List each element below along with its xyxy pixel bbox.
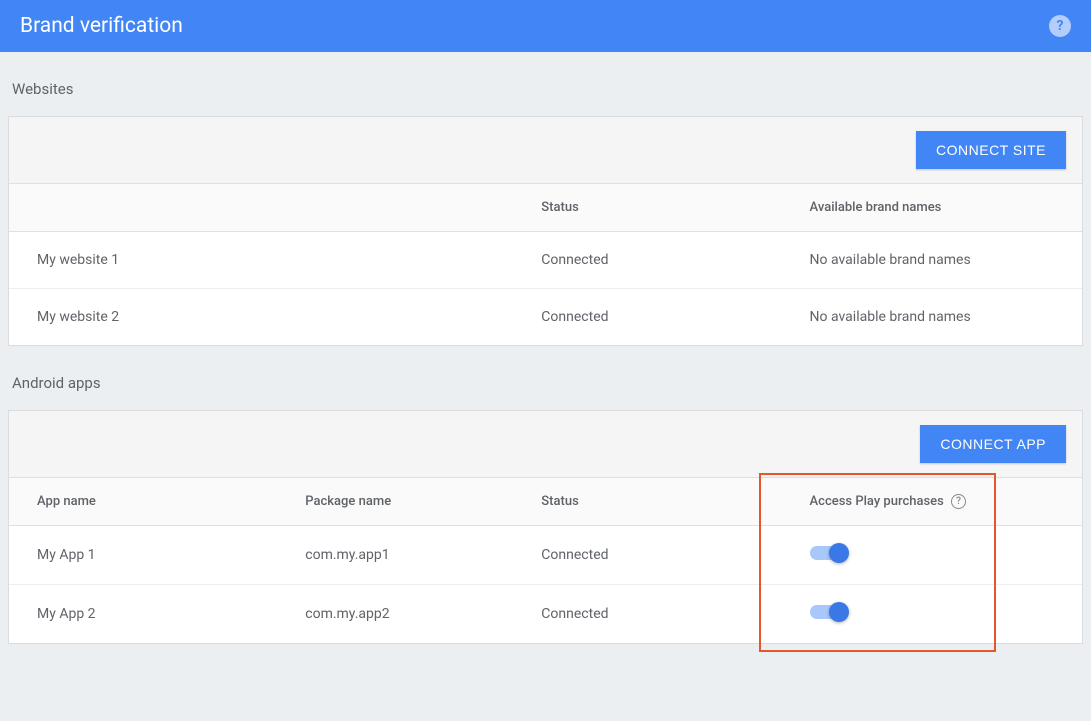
help-icon[interactable]: ? bbox=[951, 494, 966, 509]
apps-section-label: Android apps bbox=[8, 346, 1083, 410]
table-row: My website 2 Connected No available bran… bbox=[9, 289, 1082, 346]
app-name: My App 1 bbox=[9, 526, 277, 585]
help-icon[interactable]: ? bbox=[1049, 15, 1071, 37]
apps-toolbar: CONNECT APP bbox=[9, 411, 1082, 478]
connect-app-button[interactable]: CONNECT APP bbox=[920, 425, 1066, 463]
page-header: Brand verification ? bbox=[0, 0, 1091, 52]
page-title: Brand verification bbox=[20, 14, 183, 38]
website-brands: No available brand names bbox=[782, 289, 1082, 346]
websites-toolbar: CONNECT SITE bbox=[9, 117, 1082, 184]
apps-col-status: Status bbox=[513, 478, 781, 526]
websites-col-status: Status bbox=[513, 184, 781, 232]
app-package: com.my.app2 bbox=[277, 585, 513, 644]
apps-col-appname: App name bbox=[9, 478, 277, 526]
apps-col-access: Access Play purchases ? bbox=[782, 478, 1082, 526]
websites-table: Status Available brand names My website … bbox=[9, 184, 1082, 345]
table-row: My website 1 Connected No available bran… bbox=[9, 232, 1082, 289]
website-status: Connected bbox=[513, 289, 781, 346]
website-name: My website 2 bbox=[9, 289, 513, 346]
website-name: My website 1 bbox=[9, 232, 513, 289]
app-access-cell bbox=[782, 585, 1082, 644]
website-status: Connected bbox=[513, 232, 781, 289]
app-access-cell bbox=[782, 526, 1082, 585]
websites-card: CONNECT SITE Status Available brand name… bbox=[8, 116, 1083, 346]
app-status: Connected bbox=[513, 585, 781, 644]
websites-section-label: Websites bbox=[8, 52, 1083, 116]
websites-col-brands: Available brand names bbox=[782, 184, 1082, 232]
access-toggle[interactable] bbox=[810, 546, 846, 560]
access-toggle[interactable] bbox=[810, 605, 846, 619]
websites-col-name bbox=[9, 184, 513, 232]
app-name: My App 2 bbox=[9, 585, 277, 644]
apps-col-package: Package name bbox=[277, 478, 513, 526]
access-label: Access Play purchases bbox=[810, 494, 944, 509]
app-status: Connected bbox=[513, 526, 781, 585]
table-row: My App 2 com.my.app2 Connected bbox=[9, 585, 1082, 644]
website-brands: No available brand names bbox=[782, 232, 1082, 289]
app-package: com.my.app1 bbox=[277, 526, 513, 585]
apps-table: App name Package name Status Access Play… bbox=[9, 478, 1082, 643]
connect-site-button[interactable]: CONNECT SITE bbox=[916, 131, 1066, 169]
table-row: My App 1 com.my.app1 Connected bbox=[9, 526, 1082, 585]
apps-card: CONNECT APP App name Package name Status… bbox=[8, 410, 1083, 644]
